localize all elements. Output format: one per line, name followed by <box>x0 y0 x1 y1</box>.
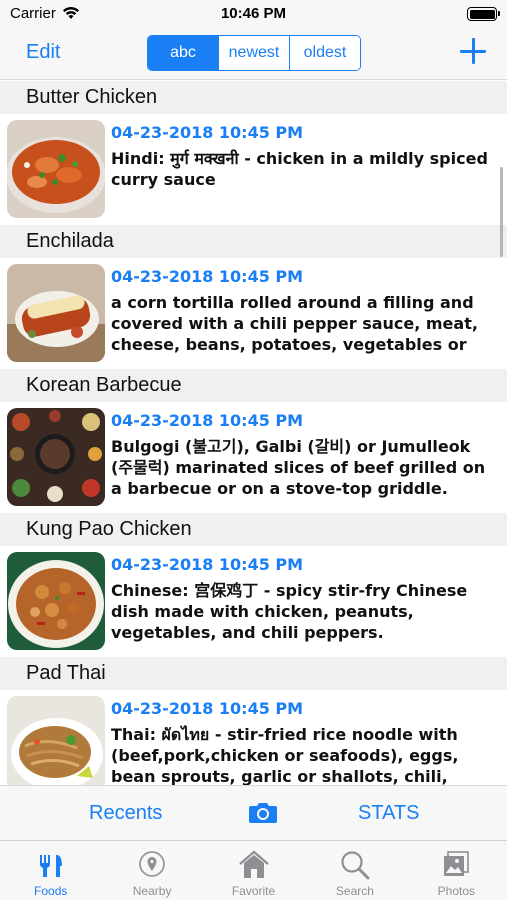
section-header: Korean Barbecue <box>0 369 507 402</box>
tab-foods[interactable]: Foods <box>0 841 101 900</box>
tab-label: Photos <box>437 884 475 898</box>
food-date: 04-23-2018 10:45 PM <box>111 555 304 574</box>
food-date: 04-23-2018 10:45 PM <box>111 699 304 718</box>
food-date: 04-23-2018 10:45 PM <box>111 411 304 430</box>
sort-segmented-control: abc newest oldest <box>147 35 361 71</box>
status-bar: Carrier 10:46 PM <box>0 0 507 28</box>
sort-oldest-segment[interactable]: oldest <box>289 36 360 70</box>
section-header: Butter Chicken <box>0 81 507 114</box>
enchilada-thumbnail <box>7 264 105 362</box>
house-icon <box>238 850 269 878</box>
food-description: Bulgogi (불고기), Galbi (갈비) or Jumulleok (… <box>111 437 486 498</box>
stats-button[interactable]: STATS <box>358 802 419 825</box>
tab-search[interactable]: Search <box>304 841 405 900</box>
tab-favorite[interactable]: Favorite <box>203 841 304 900</box>
food-description: Chinese: 宫保鸡丁 - spicy stir-fry Chinese d… <box>111 581 468 642</box>
search-icon <box>341 851 370 880</box>
food-date: 04-23-2018 10:45 PM <box>111 267 304 286</box>
fork-knife-icon <box>39 855 62 877</box>
status-time: 10:46 PM <box>220 5 287 22</box>
section-header: Pad Thai <box>0 657 507 690</box>
food-row[interactable]: 04-23-2018 10:45 PM Chinese: 宫保鸡丁 - spic… <box>0 546 507 657</box>
tab-bar: Foods Nearby Favorite Search Photos <box>0 840 507 900</box>
sort-abc-segment[interactable]: abc <box>148 36 218 70</box>
sort-newest-segment[interactable]: newest <box>218 36 289 70</box>
tab-nearby[interactable]: Nearby <box>101 841 202 900</box>
kung-pao-chicken-thumbnail <box>7 552 105 650</box>
food-row[interactable]: 04-23-2018 10:45 PM Bulgogi (불고기), Galbi… <box>0 402 507 513</box>
camera-icon[interactable] <box>248 800 278 824</box>
add-icon[interactable] <box>460 38 486 64</box>
battery-icon <box>467 7 500 21</box>
butter-chicken-thumbnail <box>7 120 105 218</box>
food-row[interactable]: 04-23-2018 10:45 PM Hindi: मुर्ग मक्खनी … <box>0 114 507 225</box>
action-toolbar: Recents STATS <box>0 785 507 840</box>
tab-photos[interactable]: Photos <box>406 841 507 900</box>
location-pin-icon <box>139 851 165 877</box>
food-row[interactable]: 04-23-2018 10:45 PM a corn tortilla roll… <box>0 258 507 369</box>
navigation-bar: Edit abc newest oldest <box>0 28 507 80</box>
tab-label: Favorite <box>231 884 276 898</box>
section-header: Enchilada <box>0 225 507 258</box>
pad-thai-thumbnail <box>7 696 105 785</box>
food-description: a corn tortilla rolled around a filling … <box>111 293 478 354</box>
scroll-indicator[interactable] <box>500 167 503 257</box>
photos-icon <box>444 851 470 876</box>
section-header: Kung Pao Chicken <box>0 513 507 546</box>
food-list[interactable]: Butter Chicken 04-23-2018 10:45 PM Hindi… <box>0 81 507 785</box>
korean-barbecue-thumbnail <box>7 408 105 506</box>
tab-label: Foods <box>34 884 68 898</box>
food-description: Hindi: मुर्ग मक्खनी - chicken in a mildl… <box>111 149 488 189</box>
tab-label: Nearby <box>132 884 172 898</box>
edit-button[interactable]: Edit <box>26 41 60 64</box>
tab-label: Search <box>335 884 374 898</box>
food-row[interactable]: 04-23-2018 10:45 PM Thai: ผัดไทย - stir-… <box>0 690 507 785</box>
food-description: Thai: ผัดไทย - stir-fried rice noodle wi… <box>111 725 459 785</box>
food-date: 04-23-2018 10:45 PM <box>111 123 304 142</box>
recents-button[interactable]: Recents <box>89 802 162 825</box>
